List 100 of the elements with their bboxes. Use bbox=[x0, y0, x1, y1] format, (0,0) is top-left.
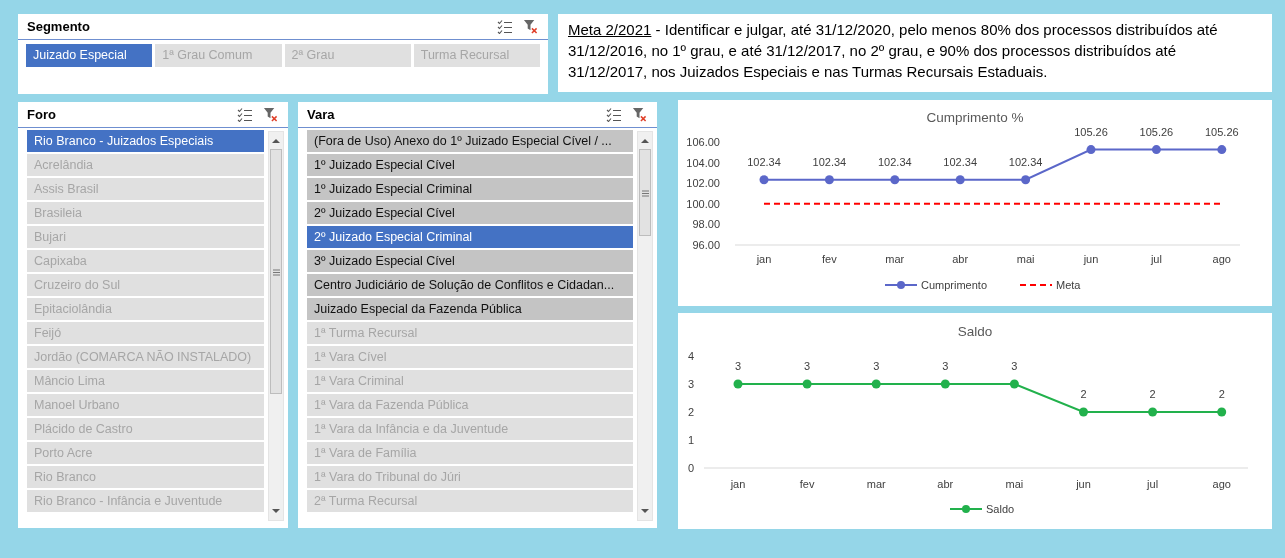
slicer-item[interactable]: Turma Recursal bbox=[413, 44, 540, 67]
slicer-item[interactable]: Juizado Especial bbox=[26, 44, 153, 67]
slicer-item[interactable]: Acrelândia bbox=[27, 154, 264, 176]
axis-label: 1 bbox=[687, 434, 694, 446]
axis-label: mai bbox=[1016, 253, 1035, 265]
axis-label: 102.00 bbox=[686, 177, 720, 190]
value-label: 105.26 bbox=[1139, 125, 1174, 138]
slicer-item[interactable]: 1º Juizado Especial Cível bbox=[307, 154, 633, 176]
slicer-item[interactable]: Capixaba bbox=[27, 250, 264, 272]
slicer-item[interactable]: Juizado Especial da Fazenda Pública bbox=[307, 298, 633, 320]
multi-select-icon[interactable] bbox=[606, 107, 622, 122]
data-point bbox=[1148, 407, 1158, 417]
slicer-item[interactable]: Centro Judiciário de Solução de Conflitos e Cidadan... bbox=[307, 274, 633, 296]
slicer-item[interactable]: Bujari bbox=[27, 226, 264, 248]
slicer-item[interactable]: 1ª Vara da Infância e da Juventude bbox=[307, 418, 633, 440]
slicer-item[interactable]: Rio Branco bbox=[27, 466, 264, 488]
data-point bbox=[940, 379, 950, 389]
axis-label: ago bbox=[1212, 253, 1231, 265]
legend-label: Cumprimento bbox=[921, 279, 988, 291]
slicer-item[interactable]: Brasileia bbox=[27, 202, 264, 224]
multi-select-icon[interactable] bbox=[237, 107, 253, 122]
axis-label: 4 bbox=[687, 350, 694, 362]
value-label: 102.34 bbox=[943, 155, 978, 168]
data-point bbox=[1021, 175, 1031, 185]
slicer-item[interactable]: 2ª Grau bbox=[284, 44, 411, 67]
axis-label: jul bbox=[1147, 478, 1159, 490]
slicer-item[interactable]: 2º Juizado Especial Cível bbox=[307, 202, 633, 224]
slicer-item[interactable]: Rio Branco - Infância e Juventude bbox=[27, 490, 264, 512]
slicer-item[interactable]: Cruzeiro do Sul bbox=[27, 274, 264, 296]
legend-key-icon bbox=[949, 505, 983, 513]
slicer-item[interactable]: 3º Juizado Especial Cível bbox=[307, 250, 633, 272]
axis-label: ago bbox=[1212, 478, 1231, 490]
axis-label: jan bbox=[756, 253, 772, 265]
value-label: 102.34 bbox=[1008, 155, 1043, 168]
axis-label: 3 bbox=[687, 378, 694, 390]
axis-label: 96.00 bbox=[692, 239, 720, 251]
slicer-title: Foro bbox=[27, 107, 56, 122]
clear-filter-icon[interactable] bbox=[632, 107, 647, 122]
slicer-item[interactable]: 1ª Turma Recursal bbox=[307, 322, 633, 344]
clear-filter-icon[interactable] bbox=[523, 19, 538, 34]
multi-select-icon[interactable] bbox=[497, 19, 513, 34]
slicer-item[interactable]: Jordão (COMARCA NÃO INSTALADO) bbox=[27, 346, 264, 368]
slicer-item[interactable]: (Fora de Uso) Anexo do 1º Juizado Especial Cível / ... bbox=[307, 130, 633, 152]
slicer-item[interactable]: Porto Acre bbox=[27, 442, 264, 464]
value-label: 3 bbox=[873, 360, 880, 372]
chart-title: Saldo bbox=[957, 324, 993, 339]
slicer-item[interactable]: 1ª Vara do Tribunal do Júri bbox=[307, 466, 633, 488]
axis-label: fev bbox=[822, 253, 837, 265]
value-label: 2 bbox=[1080, 388, 1087, 400]
slicer-item[interactable]: 2º Juizado Especial Criminal bbox=[307, 226, 633, 248]
slicer-item[interactable]: 1ª Grau Comum bbox=[155, 44, 282, 67]
scrollbar-thumb[interactable] bbox=[270, 149, 282, 394]
slicer-item[interactable]: Manoel Urbano bbox=[27, 394, 264, 416]
data-point bbox=[871, 379, 881, 389]
legend-key-icon bbox=[884, 281, 918, 289]
slicer-item[interactable]: Assis Brasil bbox=[27, 178, 264, 200]
value-label: 102.34 bbox=[812, 155, 847, 168]
data-point bbox=[890, 175, 900, 185]
axis-label: jun bbox=[1076, 478, 1091, 490]
data-point bbox=[1217, 407, 1227, 417]
slicer-item[interactable]: 1ª Vara de Família bbox=[307, 442, 633, 464]
slicer-item[interactable]: Epitaciolândia bbox=[27, 298, 264, 320]
axis-label: mar bbox=[885, 253, 905, 265]
axis-label: jun bbox=[1083, 253, 1099, 265]
scrollbar-thumb[interactable] bbox=[639, 149, 651, 236]
axis-label: 106.00 bbox=[686, 136, 720, 148]
value-label: 105.26 bbox=[1074, 125, 1108, 138]
slicer-item[interactable]: 1ª Vara da Fazenda Pública bbox=[307, 394, 633, 416]
axis-label: 2 bbox=[687, 406, 694, 418]
slicer-item[interactable]: Plácido de Castro bbox=[27, 418, 264, 440]
slicer-item[interactable]: Mâncio Lima bbox=[27, 370, 264, 392]
data-point bbox=[1009, 379, 1019, 389]
value-label: 2 bbox=[1218, 388, 1225, 400]
value-label: 3 bbox=[734, 360, 742, 372]
value-label: 102.34 bbox=[747, 155, 781, 168]
data-point bbox=[955, 175, 965, 185]
value-label: 3 bbox=[1011, 360, 1018, 372]
scroll-down-icon[interactable] bbox=[641, 509, 649, 514]
value-label: 105.26 bbox=[1204, 125, 1239, 138]
slicer-item[interactable]: 1ª Vara Cível bbox=[307, 346, 633, 368]
axis-label: jul bbox=[1150, 253, 1162, 265]
slicer-item[interactable]: 1º Juizado Especial Criminal bbox=[307, 178, 633, 200]
clear-filter-icon[interactable] bbox=[263, 107, 278, 122]
value-label: 2 bbox=[1149, 388, 1156, 400]
axis-label: abr bbox=[937, 478, 954, 490]
data-point bbox=[1217, 145, 1227, 155]
axis-label: 98.00 bbox=[692, 218, 720, 231]
scroll-up-icon[interactable] bbox=[272, 138, 280, 143]
axis-label: fev bbox=[799, 478, 815, 490]
scroll-up-icon[interactable] bbox=[641, 138, 649, 143]
slicer-item[interactable]: 1ª Vara Criminal bbox=[307, 370, 633, 392]
slicer-item[interactable]: Feijó bbox=[27, 322, 264, 344]
data-point bbox=[1079, 407, 1088, 417]
scrollbar[interactable] bbox=[268, 131, 284, 521]
slicer-item[interactable]: 2ª Turma Recursal bbox=[307, 490, 633, 512]
scrollbar[interactable] bbox=[637, 131, 653, 521]
value-label: 3 bbox=[804, 360, 811, 372]
scroll-down-icon[interactable] bbox=[272, 509, 280, 514]
slicer-item[interactable]: Rio Branco - Juizados Especiais bbox=[27, 130, 264, 152]
slicer-title: Vara bbox=[307, 107, 335, 122]
